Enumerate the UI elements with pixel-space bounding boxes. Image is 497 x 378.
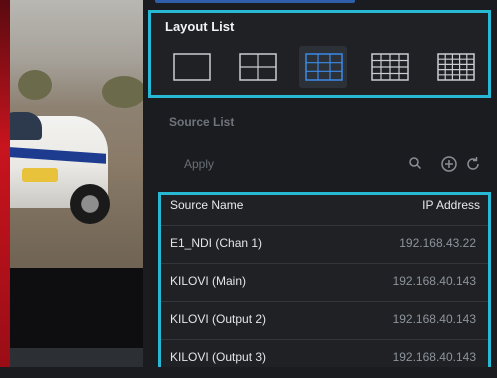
car-wheel bbox=[70, 184, 110, 224]
source-search-row bbox=[168, 150, 488, 178]
red-side-strip bbox=[0, 0, 10, 367]
bush bbox=[102, 76, 143, 108]
refresh-icon[interactable] bbox=[464, 155, 482, 173]
table-row[interactable]: KILOVI (Output 2) 192.168.40.143 bbox=[161, 301, 488, 340]
video-preview bbox=[0, 0, 143, 367]
grid-2x2-icon bbox=[239, 53, 277, 81]
ip-address-cell: 192.168.40.143 bbox=[392, 312, 476, 326]
column-header-source-name[interactable]: Source Name bbox=[170, 198, 243, 212]
source-name-cell: KILOVI (Output 3) bbox=[170, 350, 267, 364]
search-icon[interactable] bbox=[408, 156, 422, 170]
grid-4x4-icon bbox=[371, 53, 409, 81]
source-name-cell: KILOVI (Output 2) bbox=[170, 312, 267, 326]
column-header-ip-address[interactable]: IP Address bbox=[422, 198, 480, 212]
grid-3x3-icon bbox=[305, 53, 343, 81]
source-name-cell: KILOVI (Main) bbox=[170, 274, 247, 288]
rally-car-preview-image bbox=[10, 0, 143, 268]
table-row[interactable]: KILOVI (Main) 192.168.40.143 bbox=[161, 263, 488, 302]
grid-5x5-icon bbox=[437, 53, 475, 81]
bush bbox=[18, 70, 52, 100]
side-panel: Layout List Source List Source Name IP A… bbox=[143, 0, 497, 367]
layout-option-2x2[interactable] bbox=[233, 46, 281, 88]
layout-option-1x1[interactable] bbox=[167, 46, 215, 88]
table-row[interactable]: KILOVI (Output 3) 192.168.40.143 bbox=[161, 339, 488, 378]
layout-option-5x5[interactable] bbox=[431, 46, 479, 88]
table-row[interactable]: E1_NDI (Chan 1) 192.168.43.22 bbox=[161, 225, 488, 264]
ip-address-cell: 192.168.40.143 bbox=[392, 274, 476, 288]
source-list-title: Source List bbox=[169, 115, 235, 129]
top-tab-indicator bbox=[155, 0, 355, 3]
ip-address-cell: 192.168.40.143 bbox=[392, 350, 476, 364]
preview-gap bbox=[10, 268, 143, 348]
source-name-cell: E1_NDI (Chan 1) bbox=[170, 236, 263, 250]
second-preview bbox=[10, 348, 143, 367]
add-icon[interactable] bbox=[440, 155, 458, 173]
layout-list-title: Layout List bbox=[165, 19, 235, 34]
grid-1x1-icon bbox=[173, 53, 211, 81]
layout-list-section: Layout List bbox=[148, 10, 491, 98]
source-search-input[interactable] bbox=[168, 150, 398, 178]
car-decal bbox=[22, 168, 58, 182]
layout-option-3x3-selected[interactable] bbox=[299, 46, 347, 88]
car-windshield bbox=[10, 112, 42, 140]
source-table: Source Name IP Address E1_NDI (Chan 1) 1… bbox=[158, 192, 491, 367]
layout-option-4x4[interactable] bbox=[365, 46, 413, 88]
ip-address-cell: 192.168.43.22 bbox=[399, 236, 476, 250]
